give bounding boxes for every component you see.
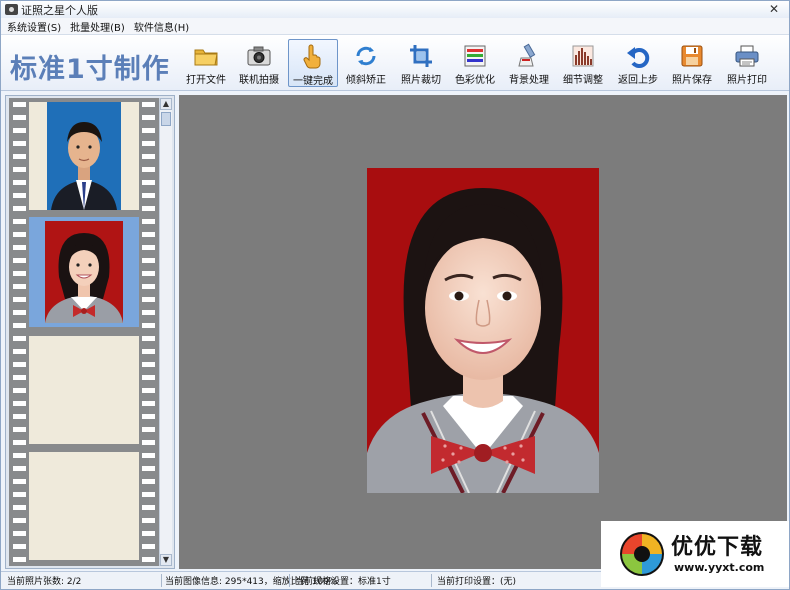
status-divider xyxy=(431,574,432,587)
thumbnail-panel: ▲ ▼ xyxy=(5,95,175,569)
camera-app-icon xyxy=(5,4,18,15)
menu-batch-process[interactable]: 批量处理(B) xyxy=(70,19,125,34)
status-photo-count: 当前照片张数: 2/2 xyxy=(7,577,82,587)
background-process-label: 背景处理 xyxy=(509,75,549,86)
watermark-logo-icon xyxy=(620,532,664,576)
printer-icon xyxy=(735,45,759,67)
scroll-thumb[interactable] xyxy=(161,112,171,126)
preview-canvas[interactable] xyxy=(179,95,787,569)
scroll-down-arrow[interactable]: ▼ xyxy=(160,554,172,566)
woman-portrait-image xyxy=(367,168,599,493)
save-icon xyxy=(681,45,703,67)
rotate-icon xyxy=(356,46,376,66)
scroll-up-arrow[interactable]: ▲ xyxy=(160,98,172,110)
status-divider xyxy=(289,574,290,587)
film-strip xyxy=(9,98,159,566)
film-sprockets-right xyxy=(142,98,155,566)
one-click-complete-button[interactable]: 一键完成 xyxy=(288,39,338,87)
main-photo-preview[interactable] xyxy=(367,168,599,493)
palette-icon xyxy=(464,45,486,67)
camera-capture-button[interactable]: 联机拍摄 xyxy=(234,39,284,87)
print-photo-label: 照片打印 xyxy=(727,75,767,86)
photo-crop-label: 照片裁切 xyxy=(401,75,441,86)
hand-pointer-icon xyxy=(303,44,321,69)
mode-title: 标准1寸制作 xyxy=(10,54,170,85)
menu-software-info[interactable]: 软件信息(H) xyxy=(134,19,189,34)
camera-icon xyxy=(247,46,271,66)
levels-icon xyxy=(572,45,594,67)
tilt-correction-button[interactable]: 倾斜矫正 xyxy=(341,39,391,87)
thumbnail-frame-2[interactable] xyxy=(29,217,139,327)
thumbnail-frame-1[interactable] xyxy=(29,102,139,210)
one-click-complete-label: 一键完成 xyxy=(293,76,333,87)
watermark-url: www.yyxt.com xyxy=(674,561,765,574)
thumbnail-frame-4-empty[interactable] xyxy=(29,452,139,560)
thumbnail-scrollbar[interactable]: ▲ ▼ xyxy=(159,98,172,566)
save-photo-button[interactable]: 照片保存 xyxy=(667,39,717,87)
toolbar: 标准1寸制作 打开文件 联机拍摄 一键完成 倾斜矫正 照片裁切 色彩优化 背景处… xyxy=(1,35,789,91)
camera-capture-label: 联机拍摄 xyxy=(239,75,279,86)
title-bar[interactable]: 证照之星个人版 ✕ xyxy=(1,1,789,18)
crop-icon xyxy=(410,45,432,67)
photo-crop-button[interactable]: 照片裁切 xyxy=(396,39,446,87)
tilt-correction-label: 倾斜矫正 xyxy=(346,75,386,86)
background-process-button[interactable]: 背景处理 xyxy=(504,39,554,87)
undo-label: 返回上步 xyxy=(618,75,658,86)
close-button[interactable]: ✕ xyxy=(767,2,781,16)
menu-bar: 系统设置(S) 批量处理(B) 软件信息(H) xyxy=(1,18,789,35)
site-watermark: 优优下载 www.yyxt.com xyxy=(601,521,789,587)
film-sprockets-left xyxy=(13,98,26,566)
detail-adjust-label: 细节调整 xyxy=(563,75,603,86)
color-optimize-button[interactable]: 色彩优化 xyxy=(450,39,500,87)
undo-icon xyxy=(627,47,650,68)
watermark-title: 优优下载 xyxy=(671,535,764,560)
folder-icon xyxy=(194,49,218,66)
color-optimize-label: 色彩优化 xyxy=(455,75,495,86)
status-spec-setting: 当前规格设置：标准1寸 xyxy=(295,577,391,587)
thumbnail-woman-photo xyxy=(29,217,139,327)
open-file-button[interactable]: 打开文件 xyxy=(181,39,231,87)
save-photo-label: 照片保存 xyxy=(672,75,712,86)
thumbnail-frame-3-empty[interactable] xyxy=(29,336,139,444)
undo-button[interactable]: 返回上步 xyxy=(613,39,663,87)
thumbnail-man-photo xyxy=(29,102,139,210)
detail-adjust-button[interactable]: 细节调整 xyxy=(558,39,608,87)
status-divider xyxy=(161,574,162,587)
window-title: 证照之星个人版 xyxy=(21,3,98,17)
app-window: 证照之星个人版 ✕ 系统设置(S) 批量处理(B) 软件信息(H) 标准1寸制作… xyxy=(0,0,790,590)
menu-system-settings[interactable]: 系统设置(S) xyxy=(7,19,61,34)
open-file-label: 打开文件 xyxy=(186,75,226,86)
print-photo-button[interactable]: 照片打印 xyxy=(722,39,772,87)
status-print-setting: 当前打印设置：(无) xyxy=(437,577,517,587)
brush-icon xyxy=(518,43,536,67)
